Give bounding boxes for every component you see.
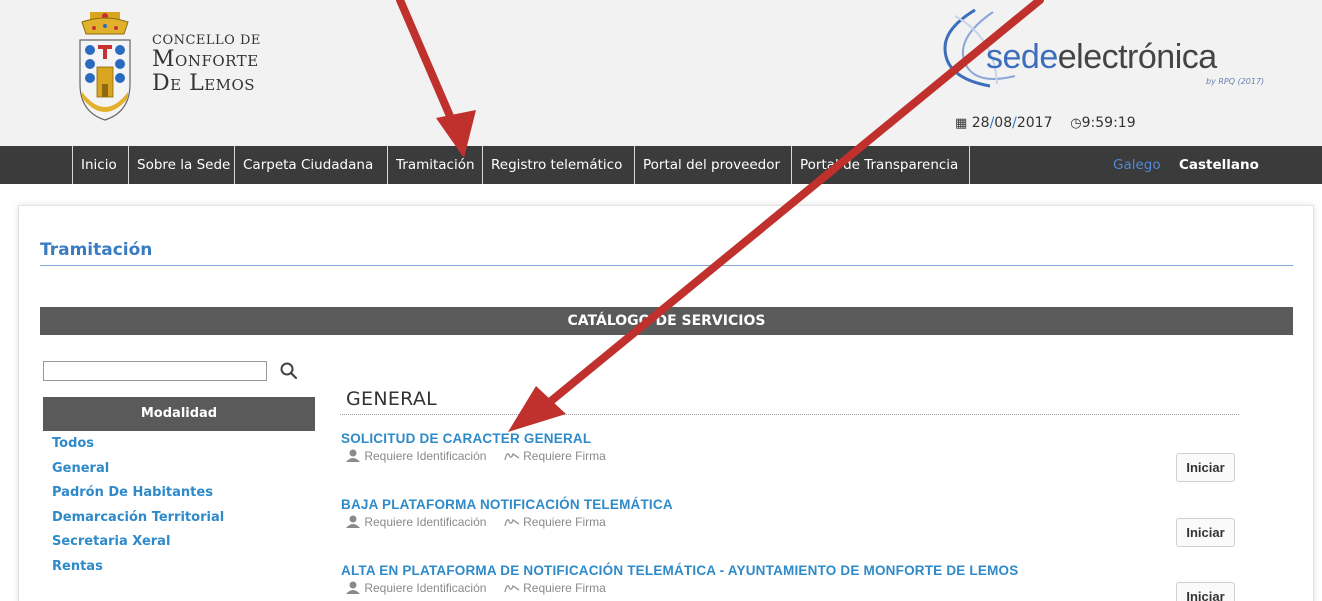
- catalog-heading: CATÁLOGO DE SERVICIOS: [40, 307, 1293, 335]
- signature-icon: [504, 518, 520, 527]
- service-link[interactable]: SOLICITUD DE CARACTER GENERAL: [341, 431, 606, 446]
- requires-signature: Requiere Firma: [523, 449, 606, 463]
- date-year: 2017: [1016, 115, 1053, 131]
- filter-padron[interactable]: Padrón De Habitantes: [52, 484, 224, 509]
- service-requirements: Requiere Identificación Requiere Firma: [341, 581, 1018, 595]
- city-name-line1: CONCELLO DE: [152, 33, 261, 48]
- user-icon: [346, 581, 360, 594]
- page-title: Tramitación: [40, 240, 153, 260]
- lang-galego[interactable]: Galego: [1113, 146, 1161, 184]
- calendar-icon: ▦: [955, 116, 968, 131]
- filter-demarcacion[interactable]: Demarcación Territorial: [52, 509, 224, 534]
- service-link[interactable]: ALTA EN PLATAFORMA DE NOTIFICACIÓN TELEM…: [341, 563, 1018, 578]
- filter-rentas[interactable]: Rentas: [52, 558, 224, 583]
- iniciar-button[interactable]: Iniciar: [1176, 582, 1235, 601]
- sede-logo-by: by RPQ (2017): [1206, 77, 1265, 86]
- title-divider: [40, 265, 1293, 266]
- signature-icon: [504, 452, 520, 461]
- service-link[interactable]: BAJA PLATAFORMA NOTIFICACIÓN TELEMÁTICA: [341, 497, 673, 512]
- requires-signature: Requiere Firma: [523, 581, 606, 595]
- user-icon: [346, 515, 360, 528]
- date-month: 08: [994, 115, 1013, 131]
- section-title: GENERAL: [346, 388, 438, 410]
- service-item: BAJA PLATAFORMA NOTIFICACIÓN TELEMÁTICA …: [341, 497, 673, 529]
- sede-logo-part2: electrónica: [1057, 38, 1217, 76]
- service-requirements: Requiere Identificación Requiere Firma: [341, 449, 606, 463]
- user-icon: [346, 449, 360, 462]
- sede-logo-text[interactable]: sedeelectrónica: [986, 38, 1217, 77]
- coat-of-arms-logo[interactable]: [76, 12, 134, 124]
- requires-signature: Requiere Firma: [523, 515, 606, 529]
- requires-identification: Requiere Identificación: [364, 449, 487, 463]
- filter-todos[interactable]: Todos: [52, 435, 224, 460]
- iniciar-button[interactable]: Iniciar: [1176, 453, 1235, 482]
- section-divider: [340, 414, 1239, 415]
- search-input[interactable]: [43, 361, 267, 381]
- filter-general[interactable]: General: [52, 460, 224, 485]
- nav-carpeta-ciudadana[interactable]: Carpeta Ciudadana: [234, 146, 381, 184]
- sede-logo-part1: sede: [986, 38, 1058, 76]
- city-name-line3: De Lemos: [152, 71, 256, 96]
- service-requirements: Requiere Identificación Requiere Firma: [341, 515, 673, 529]
- nav-portal-proveedor[interactable]: Portal del proveedor: [634, 146, 788, 184]
- filter-list: Todos General Padrón De Habitantes Demar…: [52, 435, 224, 582]
- service-item: SOLICITUD DE CARACTER GENERAL Requiere I…: [341, 431, 606, 463]
- requires-identification: Requiere Identificación: [364, 515, 487, 529]
- clock-icon: ◷: [1070, 116, 1082, 131]
- city-name[interactable]: CONCELLO DE Monforte De Lemos: [152, 33, 261, 96]
- date-day: 28: [971, 115, 990, 131]
- service-item: ALTA EN PLATAFORMA DE NOTIFICACIÓN TELEM…: [341, 563, 1018, 595]
- filter-secretaria[interactable]: Secretaria Xeral: [52, 533, 224, 558]
- search-icon[interactable]: [279, 361, 299, 381]
- requires-identification: Requiere Identificación: [364, 581, 487, 595]
- date-time: ▦ 28/08/2017 ◷9:59:19: [955, 115, 1136, 131]
- nav-sobre-la-sede[interactable]: Sobre la Sede: [128, 146, 238, 184]
- time: 9:59:19: [1081, 115, 1136, 131]
- filter-heading: Modalidad: [43, 397, 315, 431]
- nav-inicio[interactable]: Inicio: [72, 146, 125, 184]
- nav-registro-telematico[interactable]: Registro telemático: [482, 146, 630, 184]
- main-nav: Inicio Sobre la Sede Carpeta Ciudadana T…: [0, 146, 1322, 184]
- nav-portal-transparencia[interactable]: Portal de Transparencia: [791, 146, 970, 184]
- nav-tramitacion[interactable]: Tramitación: [387, 146, 483, 184]
- iniciar-button[interactable]: Iniciar: [1176, 518, 1235, 547]
- signature-icon: [504, 584, 520, 593]
- lang-castellano[interactable]: Castellano: [1179, 146, 1259, 184]
- city-name-line2: Monforte: [152, 47, 259, 72]
- site-header: CONCELLO DE Monforte De Lemos sedeelectr…: [0, 0, 1322, 146]
